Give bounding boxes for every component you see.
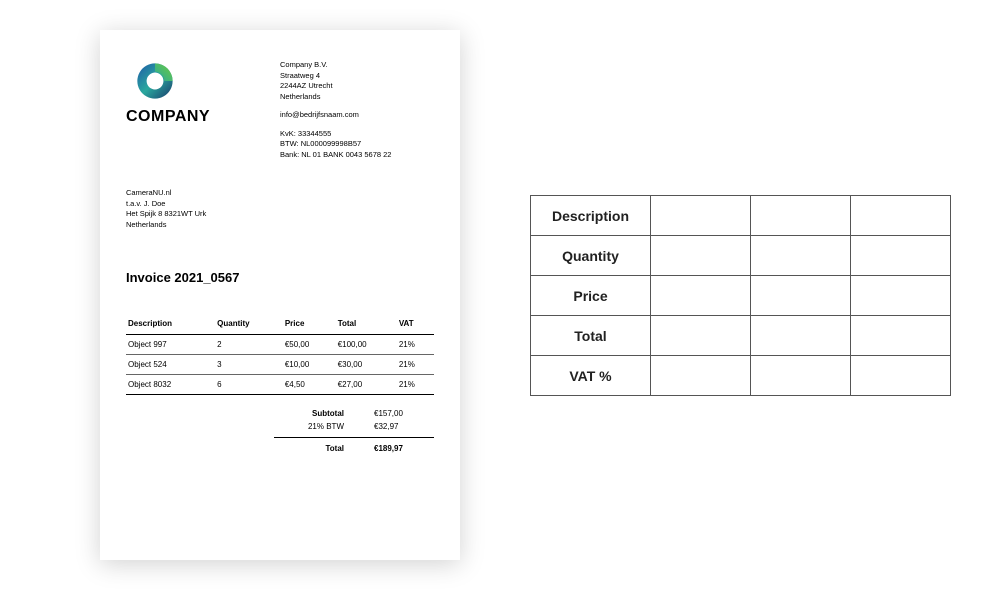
col-vat: VAT — [397, 315, 434, 335]
company-details: Company B.V. Straatweg 4 2244AZ Utrecht … — [280, 60, 434, 160]
table-row: Object 8032 6 €4,50 €27,00 21% — [126, 375, 434, 395]
extraction-table: Description Quantity Price Total VAT % — [530, 195, 951, 396]
company-email: info@bedrijfsnaam.com — [280, 110, 434, 121]
subtotal-row: Subtotal €157,00 — [274, 407, 434, 420]
line-items-table: Description Quantity Price Total VAT Obj… — [126, 315, 434, 395]
logo-text: COMPANY — [126, 108, 280, 126]
addressee-name: CameraNU.nl — [126, 188, 434, 199]
col-total: Total — [336, 315, 397, 335]
header: COMPANY Company B.V. Straatweg 4 2244AZ … — [126, 60, 434, 160]
table-header-row: Description Quantity Price Total VAT — [126, 315, 434, 335]
col-quantity: Quantity — [215, 315, 283, 335]
logo-block: COMPANY — [126, 60, 280, 160]
empty-cell — [651, 316, 751, 356]
empty-cell — [751, 236, 851, 276]
table-row: Object 524 3 €10,00 €30,00 21% — [126, 355, 434, 375]
empty-cell — [851, 276, 951, 316]
table-row: VAT % — [531, 356, 951, 396]
invoice-document: COMPANY Company B.V. Straatweg 4 2244AZ … — [100, 30, 460, 560]
company-name: Company B.V. — [280, 60, 434, 71]
vat-row: 21% BTW €32,97 — [274, 420, 434, 433]
empty-cell — [751, 196, 851, 236]
company-country: Netherlands — [280, 92, 434, 103]
empty-cell — [751, 316, 851, 356]
total-row: Total €189,97 — [274, 442, 434, 455]
invoice-title: Invoice 2021_0567 — [126, 270, 434, 285]
addressee-block: CameraNU.nl t.a.v. J. Doe Het Spijk 8 83… — [126, 188, 434, 230]
col-description: Description — [126, 315, 215, 335]
empty-cell — [651, 356, 751, 396]
company-logo-icon — [134, 60, 176, 102]
addressee-country: Netherlands — [126, 220, 434, 231]
company-bank: Bank: NL 01 BANK 0043 5678 22 — [280, 150, 434, 161]
table-row: Total — [531, 316, 951, 356]
company-street: Straatweg 4 — [280, 71, 434, 82]
empty-cell — [751, 356, 851, 396]
addressee-street: Het Spijk 8 8321WT Urk — [126, 209, 434, 220]
empty-cell — [651, 196, 751, 236]
table-row: Object 997 2 €50,00 €100,00 21% — [126, 335, 434, 355]
col-price: Price — [283, 315, 336, 335]
company-kvk: KvK: 33344555 — [280, 129, 434, 140]
empty-cell — [651, 236, 751, 276]
empty-cell — [851, 196, 951, 236]
empty-cell — [751, 276, 851, 316]
row-label: Quantity — [531, 236, 651, 276]
addressee-attn: t.a.v. J. Doe — [126, 199, 434, 210]
empty-cell — [851, 356, 951, 396]
table-row: Price — [531, 276, 951, 316]
row-label: VAT % — [531, 356, 651, 396]
empty-cell — [851, 316, 951, 356]
table-row: Description — [531, 196, 951, 236]
company-postcode: 2244AZ Utrecht — [280, 81, 434, 92]
totals-block: Subtotal €157,00 21% BTW €32,97 Total €1… — [126, 407, 434, 455]
row-label: Total — [531, 316, 651, 356]
row-label: Description — [531, 196, 651, 236]
empty-cell — [851, 236, 951, 276]
empty-cell — [651, 276, 751, 316]
row-label: Price — [531, 276, 651, 316]
table-row: Quantity — [531, 236, 951, 276]
company-btw: BTW: NL000099998B57 — [280, 139, 434, 150]
